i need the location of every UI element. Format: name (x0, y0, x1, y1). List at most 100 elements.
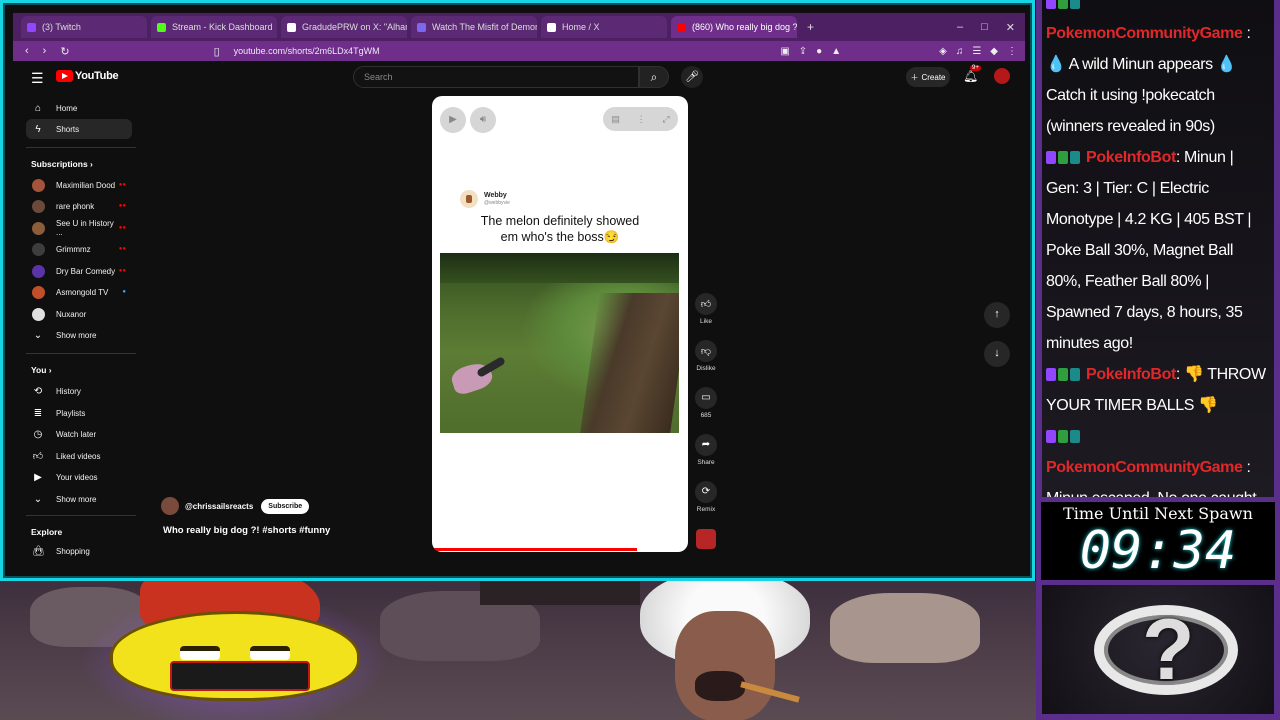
dislike-button[interactable]: 👎︎ Dislike (689, 340, 723, 372)
search-input[interactable]: Search (353, 66, 639, 88)
extension-icon[interactable]: ● (816, 46, 822, 57)
share-button[interactable]: ➦ Share (689, 434, 723, 466)
sidebar-item-liked-videos[interactable]: 👍︎ Liked videos (26, 446, 132, 466)
back-icon[interactable]: ‹ (25, 45, 29, 57)
sidebar-item-subscription[interactable]: Asmongold TV ● (26, 282, 132, 302)
browser-window: (3) Twitch Stream - Kick Dashboard Gradu… (0, 0, 1035, 581)
sidebar-item-shorts[interactable]: ϟ Shorts (26, 119, 132, 139)
search-icon[interactable]: ⌕ (639, 66, 669, 88)
caption-line: em who's the boss😏 (500, 230, 620, 244)
extension-icon[interactable]: ♫ (956, 46, 964, 57)
comments-button[interactable]: ▭ 685 (689, 387, 723, 419)
video-frame (440, 253, 679, 433)
channel-avatar[interactable] (161, 497, 179, 515)
browser-tab-active[interactable]: (860) Who really big dog ?! #sh...✕ (671, 16, 797, 38)
maximize-icon[interactable]: □ (981, 21, 988, 34)
badge-icon (1070, 368, 1080, 382)
post-caption: The melon definitely showed em who's the… (450, 213, 670, 245)
show-more-you[interactable]: ⌄ Show more (26, 489, 132, 509)
badge-icon (1058, 151, 1068, 165)
captions-icon[interactable]: ▤ (611, 114, 620, 125)
author-avatar (460, 190, 478, 208)
extension-icon[interactable]: ☰ (972, 46, 981, 57)
volume-icon[interactable]: 🔊︎ (470, 107, 496, 133)
badge-icon (1046, 151, 1056, 165)
yellow-vtuber-avatar (80, 581, 390, 720)
video-progress-bar[interactable] (432, 548, 637, 551)
badge-icon (1046, 368, 1056, 382)
browser-tab[interactable]: (3) Twitch (21, 16, 147, 38)
background-trees (440, 253, 679, 283)
extension-icon[interactable]: ◈ (939, 46, 947, 57)
close-window-icon[interactable]: ✕ (1006, 21, 1015, 34)
channel-avatar (32, 199, 45, 213)
you-header[interactable]: You › (31, 365, 52, 375)
extension-icon[interactable]: ▲ (831, 46, 841, 57)
forward-icon[interactable]: › (43, 45, 47, 57)
share-icon[interactable]: ⇪ (799, 46, 807, 57)
extension-icon[interactable]: ▣ (780, 46, 789, 57)
previous-short-arrow-icon[interactable]: ↑ (984, 302, 1010, 328)
create-button[interactable]: ＋ Create (906, 67, 950, 87)
tab-bar: (3) Twitch Stream - Kick Dashboard Gradu… (13, 13, 1025, 41)
show-more-subscriptions[interactable]: ⌄ Show more (26, 325, 132, 345)
fullscreen-icon[interactable]: ⤢ (662, 114, 669, 125)
minimize-icon[interactable]: – (957, 21, 963, 34)
channel-avatar (32, 264, 45, 278)
channel-avatar (32, 285, 45, 299)
bookmark-icon[interactable]: ▯ (214, 45, 220, 58)
sidebar-item-subscription[interactable]: Maximilian Dood ●● (26, 175, 132, 195)
more-options-icon[interactable]: ⋮ (637, 114, 646, 125)
like-button[interactable]: 👍︎ Like (689, 293, 723, 325)
thumbs-up-icon: 👍︎ (695, 293, 717, 315)
sidebar-item-subscription[interactable]: See U in History ... ●● (26, 218, 132, 238)
sidebar-item-subscription[interactable]: Nuxanor (26, 304, 132, 324)
chat-username: PokeInfoBot (1086, 366, 1176, 383)
eye (180, 646, 220, 660)
badge-icon (1058, 0, 1068, 10)
sidebar-item-playlists[interactable]: ≣ Playlists (26, 403, 132, 423)
hamburger-menu-icon[interactable]: ☰ (31, 70, 44, 87)
badge-icon (1070, 151, 1080, 165)
next-short-arrow-icon[interactable]: ↓ (984, 341, 1010, 367)
author-handle: @webbyvie (484, 200, 510, 206)
dislike-label: Dislike (696, 365, 716, 372)
channel-name[interactable]: @chrissailsreacts (185, 502, 253, 511)
sidebar-item-subscription[interactable]: rare phonk ●● (26, 196, 132, 216)
menu-icon[interactable]: ⋮ (1007, 46, 1017, 57)
youtube-logo[interactable]: YouTube (56, 70, 119, 82)
twitch-icon (27, 22, 36, 32)
browser-tab[interactable]: GradudePRW on X: "Alhamdulillah... (281, 16, 407, 38)
browser-tab[interactable]: Watch The Misfit of Demon King Ac... (411, 16, 537, 38)
question-mark-icon: ? (1142, 602, 1195, 698)
spawn-timer: Time Until Next Spawn 09:34 (1036, 497, 1280, 585)
extension-icon[interactable]: ◆ (990, 46, 998, 57)
sound-avatar[interactable] (696, 529, 716, 549)
browser-tab[interactable]: Stream - Kick Dashboard (151, 16, 277, 38)
url-field[interactable]: youtube.com/shorts/2m6LDx4TgWM (234, 46, 380, 56)
live-indicator-icon: ●● (118, 203, 126, 209)
notifications-bell-icon[interactable]: 🔔︎ 9+ (963, 65, 981, 83)
shorts-player[interactable]: ▶ 🔊︎ ▤ ⋮ ⤢ Webby @webbyvie The melon def… (432, 96, 688, 552)
divider (26, 147, 136, 148)
sidebar-item-subscription[interactable]: Grimmmz ●● (26, 239, 132, 259)
account-avatar[interactable] (994, 68, 1010, 84)
sidebar-item-home[interactable]: ⌂ Home (26, 98, 132, 118)
video-icon: ▶ (34, 471, 42, 483)
comments-count: 685 (700, 412, 712, 419)
sidebar-item-watch-later[interactable]: ◷ Watch later (26, 424, 132, 444)
microphone-icon[interactable]: 🎤︎ (681, 66, 703, 88)
browser-tab[interactable]: Home / X (541, 16, 667, 38)
sidebar-item-shopping[interactable]: 👜︎ Shopping (26, 541, 132, 561)
subscribe-button[interactable]: Subscribe (261, 498, 310, 514)
sidebar-item-history[interactable]: ⟲ History (26, 381, 132, 401)
play-icon[interactable]: ▶ (440, 107, 466, 133)
remix-button[interactable]: ⟳ Remix (689, 481, 723, 513)
live-indicator-icon: ●● (118, 225, 126, 231)
sidebar-item-subscription[interactable]: Dry Bar Comedy ●● (26, 261, 132, 281)
reload-icon[interactable]: ↻ (60, 45, 69, 58)
new-tab-button[interactable]: + (807, 20, 814, 34)
sidebar-item-your-videos[interactable]: ▶ Your videos (26, 467, 132, 487)
subscriptions-header[interactable]: Subscriptions › (31, 159, 93, 169)
explore-header: Explore (31, 527, 63, 537)
